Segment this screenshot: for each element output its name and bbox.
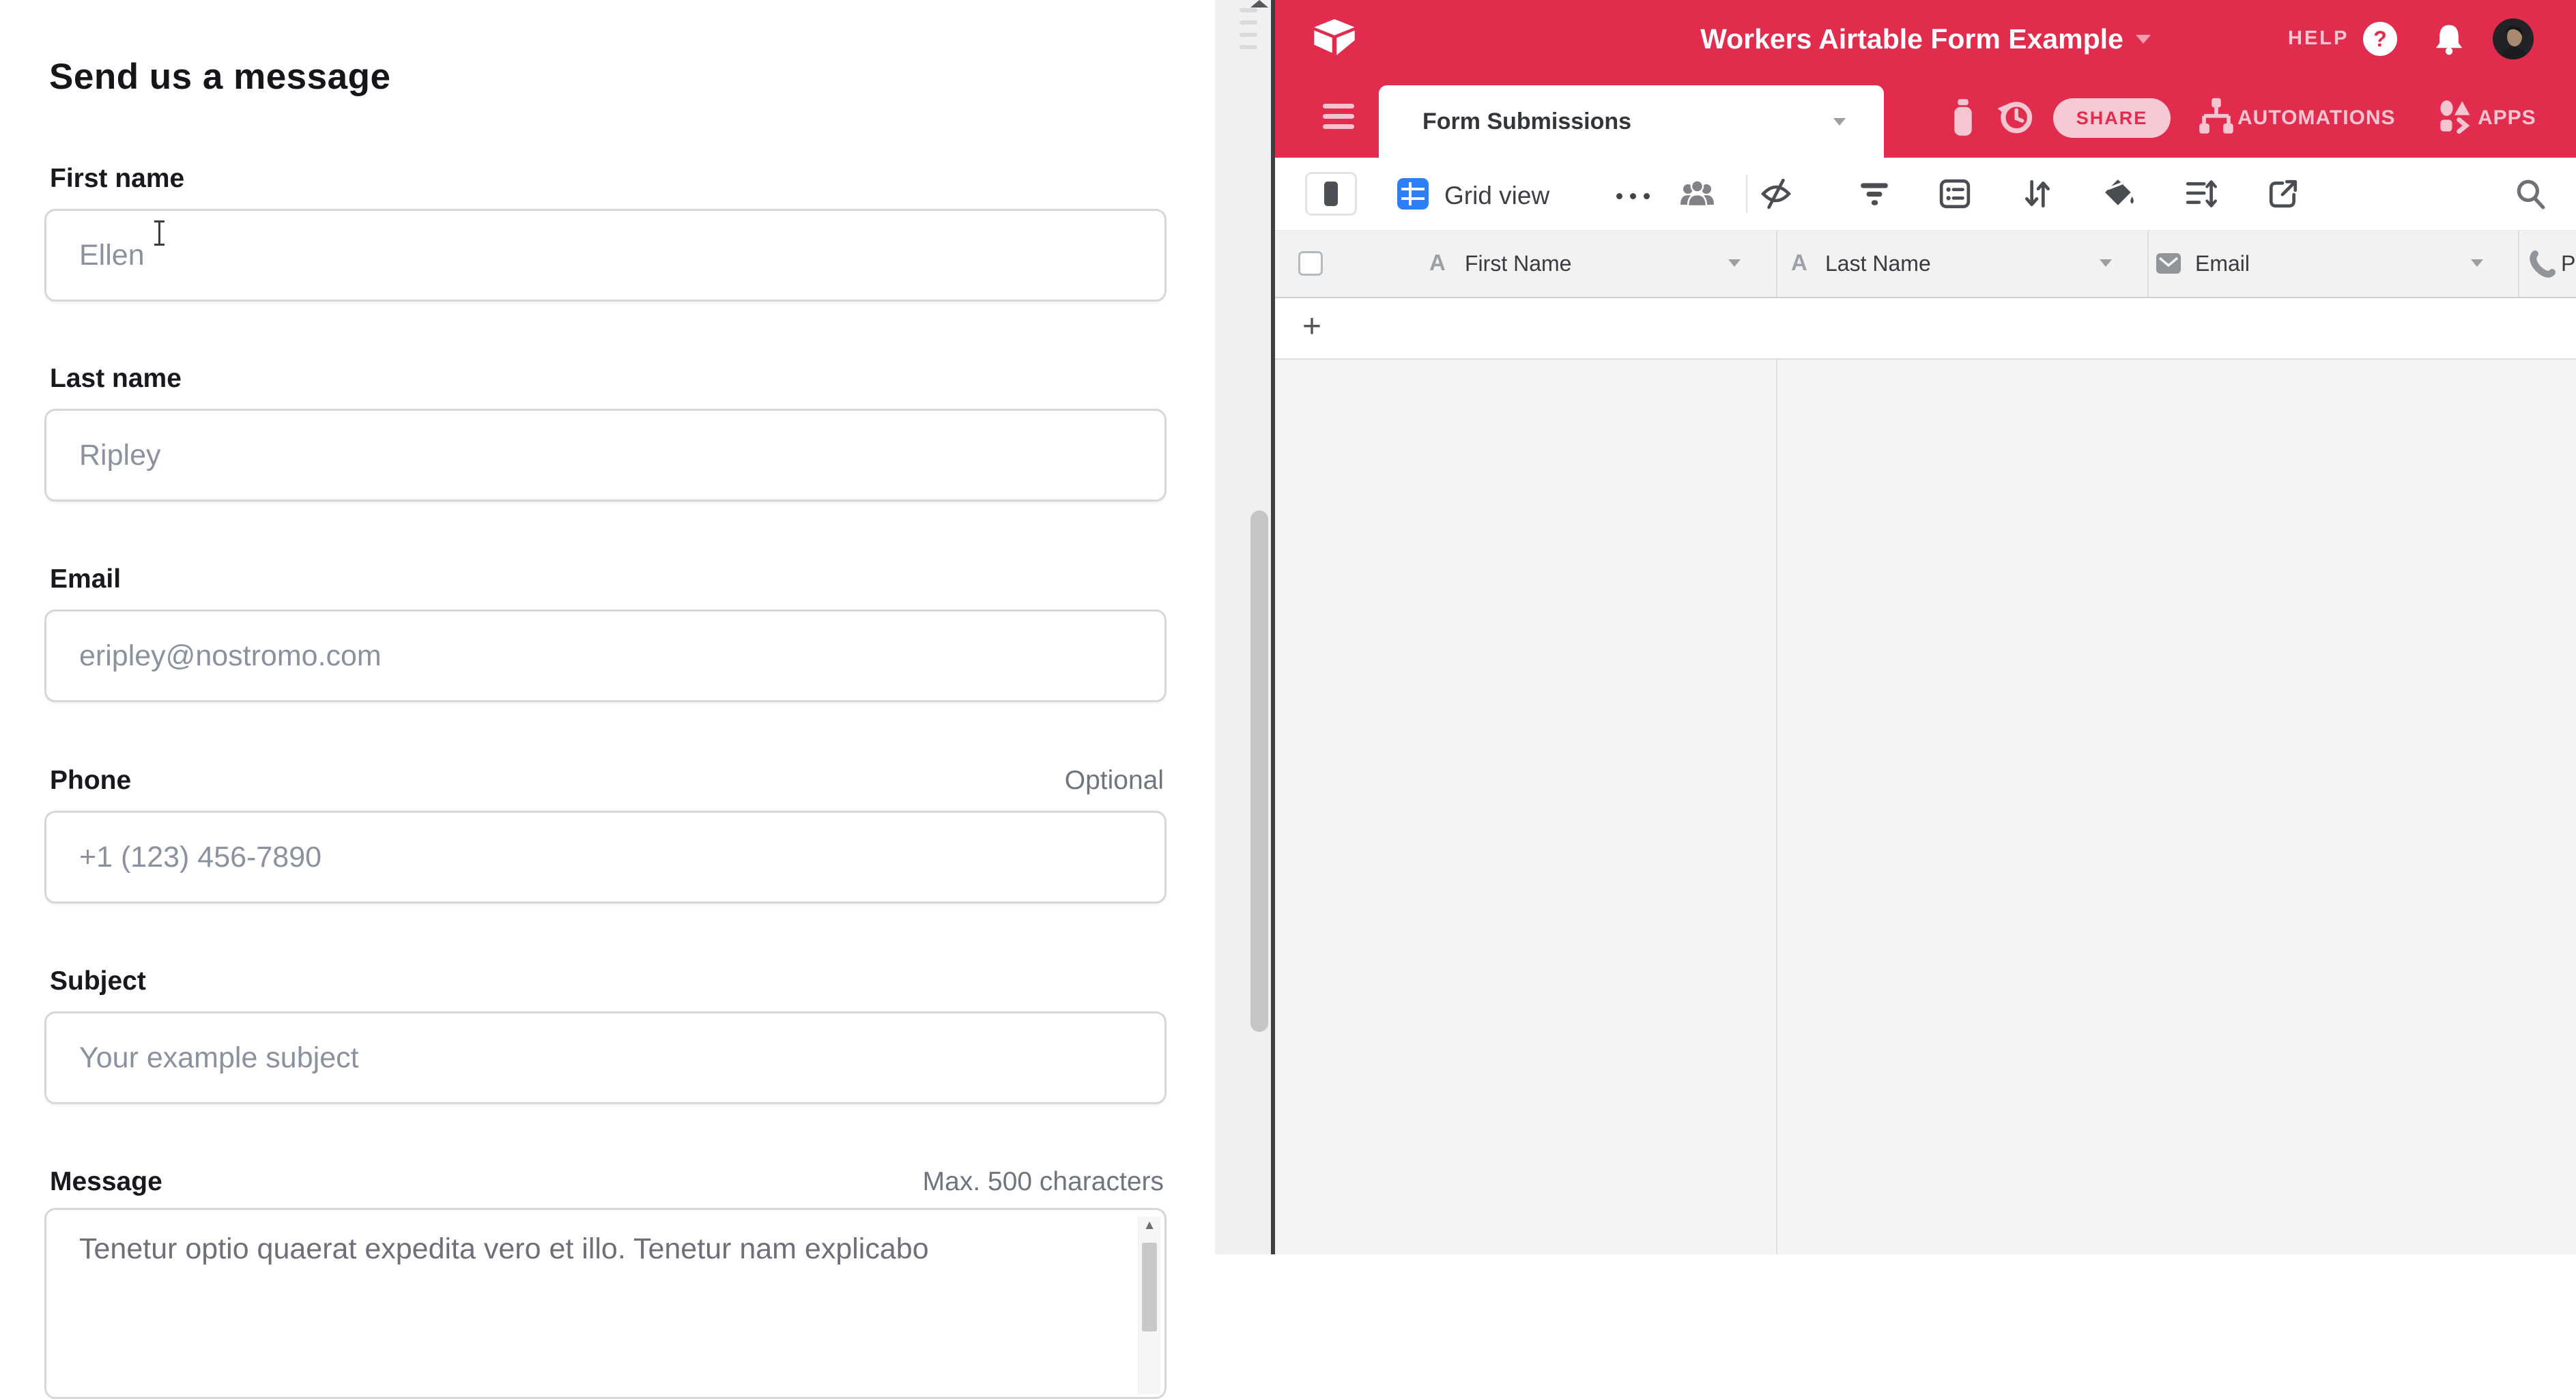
apps-button[interactable]: APPS	[2478, 106, 2536, 130]
field-type-text-icon: A	[1791, 250, 1807, 276]
trash-icon[interactable]	[1948, 98, 1978, 140]
table-tab-chevron-down-icon	[1833, 118, 1846, 126]
column-chevron-down-icon[interactable]	[2471, 259, 2483, 267]
column-header-phone[interactable]: Phone	[2561, 251, 2576, 276]
scrollbar-up-arrow-icon[interactable]	[1250, 0, 1268, 8]
field-type-email-icon	[2156, 253, 2181, 278]
left-pane-scroll-gutter	[1215, 0, 1271, 1254]
contact-form-pane: Send us a message First name Last name E…	[0, 0, 1215, 1254]
apps-icon[interactable]	[2438, 100, 2472, 137]
phone-group: Phone Optional	[44, 766, 1167, 904]
last-name-input[interactable]	[44, 409, 1167, 502]
primary-column-separator	[1776, 298, 1777, 1254]
message-scrollbar-thumb[interactable]	[1142, 1243, 1157, 1331]
view-more-icon[interactable]	[1616, 193, 1650, 199]
select-all-checkbox[interactable]	[1298, 251, 1323, 276]
notifications-bell-icon[interactable]	[2433, 23, 2465, 59]
table-tab-label: Form Submissions	[1422, 109, 1631, 135]
first-name-group: First name	[44, 164, 1167, 302]
page-scrollbar-thumb[interactable]	[1250, 510, 1268, 1032]
group-icon[interactable]	[1938, 177, 1971, 210]
subject-input[interactable]	[44, 1011, 1167, 1104]
phone-input[interactable]	[44, 811, 1167, 904]
hide-fields-icon[interactable]	[1760, 177, 1792, 210]
field-type-text-icon: A	[1429, 250, 1446, 276]
scroll-up-icon[interactable]: ▲	[1139, 1218, 1160, 1233]
add-row-plus-icon[interactable]: +	[1302, 311, 1321, 343]
email-label: Email	[50, 564, 121, 594]
phone-optional-note: Optional	[1065, 766, 1164, 796]
sidebar-panel-icon	[1324, 182, 1338, 206]
history-icon[interactable]	[1996, 97, 2035, 140]
grid-add-row[interactable]	[1275, 298, 2576, 360]
message-scrollbar[interactable]: ▲	[1138, 1217, 1160, 1394]
column-header-last-name[interactable]: Last Name	[1825, 251, 1931, 276]
field-type-phone-icon	[2527, 248, 2557, 282]
phone-label: Phone	[50, 766, 131, 796]
last-name-group: Last name	[44, 364, 1167, 502]
message-label: Message	[50, 1167, 162, 1197]
column-separator[interactable]	[2147, 231, 2149, 297]
grid-body	[1275, 360, 2576, 1254]
last-name-label: Last name	[50, 364, 182, 394]
subject-group: Subject	[44, 966, 1167, 1104]
column-chevron-down-icon[interactable]	[2100, 259, 2112, 267]
collaborators-icon[interactable]	[1679, 177, 1715, 214]
grid-view-icon[interactable]	[1397, 177, 1429, 214]
help-question-icon[interactable]: ?	[2363, 22, 2397, 56]
column-header-email[interactable]: Email	[2195, 251, 2250, 276]
message-group: Message Max. 500 characters Tenetur opti…	[44, 1167, 1167, 1399]
automations-icon[interactable]	[2198, 97, 2235, 141]
base-title-chevron-down-icon[interactable]	[2136, 35, 2151, 44]
text-cursor-icon	[152, 218, 167, 246]
user-avatar[interactable]	[2493, 18, 2534, 59]
filter-icon[interactable]	[1858, 177, 1891, 210]
page-title: Send us a message	[49, 56, 390, 98]
subject-label: Subject	[50, 966, 146, 996]
view-name[interactable]: Grid view	[1444, 182, 1549, 210]
automations-button[interactable]: AUTOMATIONS	[2237, 106, 2396, 130]
sort-icon[interactable]	[2021, 177, 2054, 210]
column-separator[interactable]	[2518, 231, 2519, 297]
column-chevron-down-icon[interactable]	[1728, 259, 1741, 267]
email-group: Email	[44, 564, 1167, 702]
message-textarea[interactable]: Tenetur optio quaerat expedita vero et i…	[44, 1208, 1167, 1399]
table-tab-form-submissions[interactable]: Form Submissions	[1379, 85, 1884, 158]
share-view-icon[interactable]	[2267, 177, 2300, 210]
email-input[interactable]	[44, 609, 1167, 702]
search-icon[interactable]	[2514, 177, 2547, 210]
row-height-icon[interactable]	[2185, 177, 2218, 210]
airtable-pane: Workers Airtable Form Example HELP ? For…	[1275, 0, 2576, 1254]
color-icon[interactable]	[2103, 177, 2136, 210]
message-text: Tenetur optio quaerat expedita vero et i…	[79, 1232, 929, 1266]
sidebar-menu-icon[interactable]	[1323, 104, 1356, 135]
airtable-app-bar: Workers Airtable Form Example HELP ?	[1275, 0, 2576, 78]
toolbar-divider	[1746, 175, 1747, 213]
help-button[interactable]: HELP	[2288, 27, 2349, 50]
base-title[interactable]: Workers Airtable Form Example	[1700, 23, 2123, 55]
view-sidebar-toggle-button[interactable]	[1305, 172, 1357, 216]
first-name-input[interactable]	[44, 209, 1167, 302]
column-header-first-name[interactable]: First Name	[1465, 251, 1571, 276]
share-button[interactable]: SHARE	[2053, 98, 2171, 138]
first-name-label: First name	[50, 164, 184, 194]
message-max-note: Max. 500 characters	[923, 1167, 1164, 1197]
column-separator[interactable]	[1776, 231, 1777, 297]
